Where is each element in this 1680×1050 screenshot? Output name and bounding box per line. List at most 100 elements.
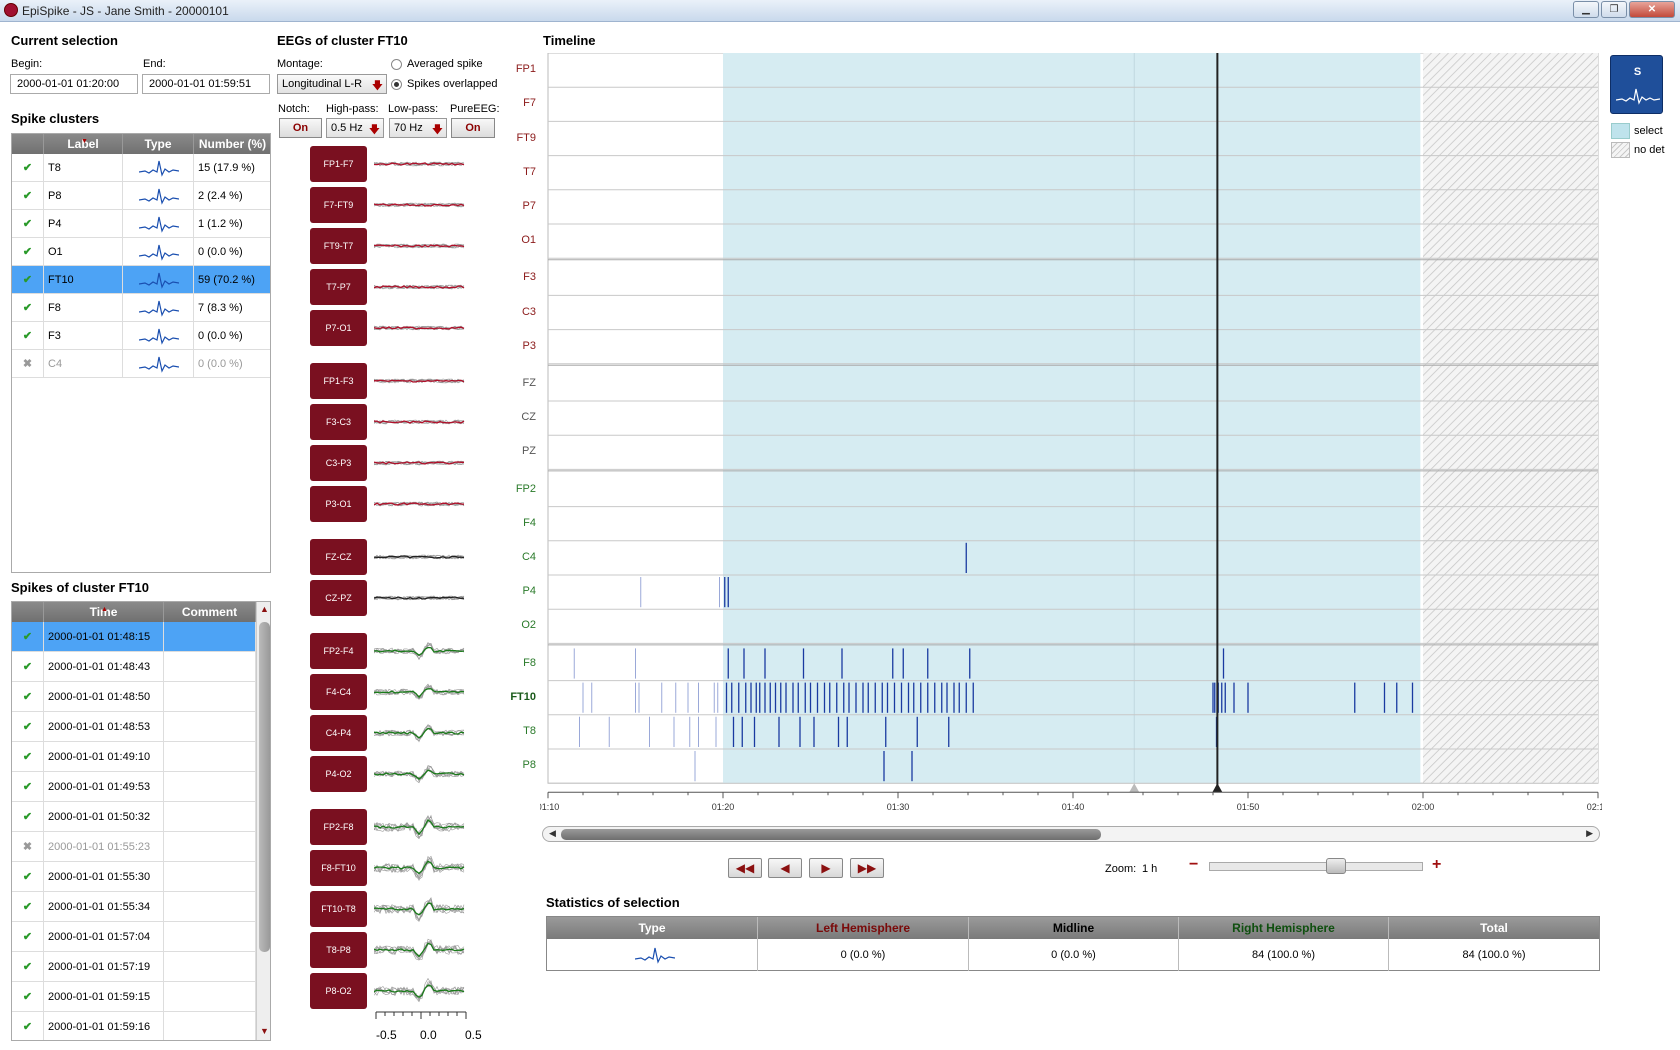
check-icon[interactable]: ✔ [12,922,44,952]
spikes-scroll-thumb[interactable] [259,622,270,952]
begin-field[interactable]: 2000-01-01 01:20:00 [10,74,138,94]
zoom-out-icon[interactable]: − [1189,856,1198,874]
spike-row[interactable]: ✔ 2000-01-01 01:48:15 [12,622,256,652]
highpass-select[interactable]: 0.5 Hz 🡇 [326,118,384,138]
check-icon[interactable]: ✔ [12,772,44,802]
check-icon[interactable]: ✔ [12,238,44,266]
check-icon[interactable]: ✔ [12,154,44,182]
check-icon[interactable]: ✔ [12,982,44,1012]
spike-row[interactable]: ✖ 2000-01-01 01:55:23 [12,832,256,862]
spikes-scrollbar[interactable]: ▲ ▼ [256,602,270,1040]
end-field[interactable]: 2000-01-01 01:59:51 [142,74,270,94]
spike-row[interactable]: ✔ 2000-01-01 01:55:34 [12,892,256,922]
spike-row[interactable]: ✔ 2000-01-01 01:49:53 [12,772,256,802]
cluster-row[interactable]: ✔ F3 0 (0.0 %) [12,322,270,350]
check-icon[interactable]: ✔ [12,622,44,652]
clusters-col-label[interactable]: ▼ Label [44,134,123,154]
marker-triangle-icon[interactable] [1129,783,1140,793]
spikes-col-comment[interactable]: Comment [164,602,256,622]
eeg-trace [374,554,465,560]
spike-time: 2000-01-01 01:48:53 [44,712,164,742]
spike-comment[interactable] [164,922,256,952]
spike-comment[interactable] [164,952,256,982]
spike-row[interactable]: ✔ 2000-01-01 01:50:32 [12,802,256,832]
scroll-left-icon[interactable]: ◀ [549,828,556,839]
spike-row[interactable]: ✔ 2000-01-01 01:57:04 [12,922,256,952]
previous-button[interactable]: ◀ [768,858,802,878]
cross-icon[interactable]: ✖ [12,350,44,378]
scroll-up-icon[interactable]: ▲ [260,604,269,614]
spike-row[interactable]: ✔ 2000-01-01 01:49:10 [12,742,256,772]
minimize-button[interactable]: ▁ [1573,1,1599,18]
check-icon[interactable]: ✔ [12,1012,44,1040]
close-button[interactable]: ✕ [1629,1,1675,18]
spikes-overlapped-radio[interactable] [391,79,402,90]
check-icon[interactable]: ✔ [12,742,44,772]
rewind-button[interactable]: ◀◀ [728,858,762,878]
spike-comment[interactable] [164,802,256,832]
clusters-col-type[interactable]: Type [123,134,194,154]
timeline-plot[interactable]: 01:10 01:20 01:30 01:40 01:50 02:00 02:10 [540,53,1602,823]
timeline-scrollbar[interactable]: ◀ ▶ [542,826,1600,842]
spike-comment[interactable] [164,982,256,1012]
spike-row[interactable]: ✔ 2000-01-01 01:59:16 [12,1012,256,1040]
timeline-scroll-thumb[interactable] [561,829,1101,840]
check-icon[interactable]: ✔ [12,182,44,210]
cluster-row[interactable]: ✔ FT10 59 (70.2 %) [12,266,270,294]
spike-row[interactable]: ✔ 2000-01-01 01:48:50 [12,682,256,712]
montage-select[interactable]: Longitudinal L-R 🡇 [277,74,387,94]
check-icon[interactable]: ✔ [12,652,44,682]
spike-row[interactable]: ✔ 2000-01-01 01:55:30 [12,862,256,892]
check-icon[interactable]: ✔ [12,802,44,832]
cluster-number: 0 (0.0 %) [194,350,270,378]
spike-comment[interactable] [164,652,256,682]
check-icon[interactable]: ✔ [12,294,44,322]
spike-row[interactable]: ✔ 2000-01-01 01:59:15 [12,982,256,1012]
maximize-button[interactable]: ❐ [1601,1,1627,18]
cursor-marker-icon[interactable] [1212,783,1223,793]
spikes-col-time[interactable]: ▲ Time [44,602,164,622]
check-icon[interactable]: ✔ [12,322,44,350]
spike-comment[interactable] [164,742,256,772]
clusters-col-number[interactable]: Number (%) [194,134,270,154]
spike-waveform-icon [139,244,179,261]
spike-comment[interactable] [164,862,256,892]
check-icon[interactable]: ✔ [12,266,44,294]
spike-comment[interactable] [164,892,256,922]
spike-row[interactable]: ✔ 2000-01-01 01:48:43 [12,652,256,682]
cluster-row[interactable]: ✔ P4 1 (1.2 %) [12,210,270,238]
next-button[interactable]: ▶ [809,858,843,878]
scroll-right-icon[interactable]: ▶ [1586,828,1593,839]
cluster-row[interactable]: ✖ C4 0 (0.0 %) [12,350,270,378]
cluster-row[interactable]: ✔ P8 2 (2.4 %) [12,182,270,210]
spike-row[interactable]: ✔ 2000-01-01 01:48:53 [12,712,256,742]
notch-toggle[interactable]: On [279,118,322,138]
cluster-row[interactable]: ✔ T8 15 (17.9 %) [12,154,270,182]
fast-forward-button[interactable]: ▶▶ [850,858,884,878]
averaged-spike-radio[interactable] [391,59,402,70]
spike-comment[interactable] [164,1012,256,1040]
spike-comment[interactable] [164,682,256,712]
spike-comment[interactable] [164,832,256,862]
spike-comment[interactable] [164,712,256,742]
check-icon[interactable]: ✔ [12,682,44,712]
check-icon[interactable]: ✔ [12,712,44,742]
cluster-type [123,294,194,322]
zoom-slider-handle[interactable] [1326,858,1346,874]
zoom-slider-track[interactable] [1209,862,1423,871]
spike-row[interactable]: ✔ 2000-01-01 01:57:19 [12,952,256,982]
zoom-in-icon[interactable]: + [1432,856,1441,874]
cluster-row[interactable]: ✔ O1 0 (0.0 %) [12,238,270,266]
cross-icon[interactable]: ✖ [12,832,44,862]
check-icon[interactable]: ✔ [12,862,44,892]
spike-comment[interactable] [164,772,256,802]
check-icon[interactable]: ✔ [12,952,44,982]
check-icon[interactable]: ✔ [12,892,44,922]
cluster-row[interactable]: ✔ F8 7 (8.3 %) [12,294,270,322]
check-icon[interactable]: ✔ [12,210,44,238]
title-bar: EpiSpike - JS - Jane Smith - 20000101 ▁ … [0,0,1680,22]
lowpass-select[interactable]: 70 Hz 🡇 [389,118,447,138]
pureeeg-toggle[interactable]: On [451,118,495,138]
spike-comment[interactable] [164,622,256,652]
scroll-down-icon[interactable]: ▼ [260,1026,269,1036]
